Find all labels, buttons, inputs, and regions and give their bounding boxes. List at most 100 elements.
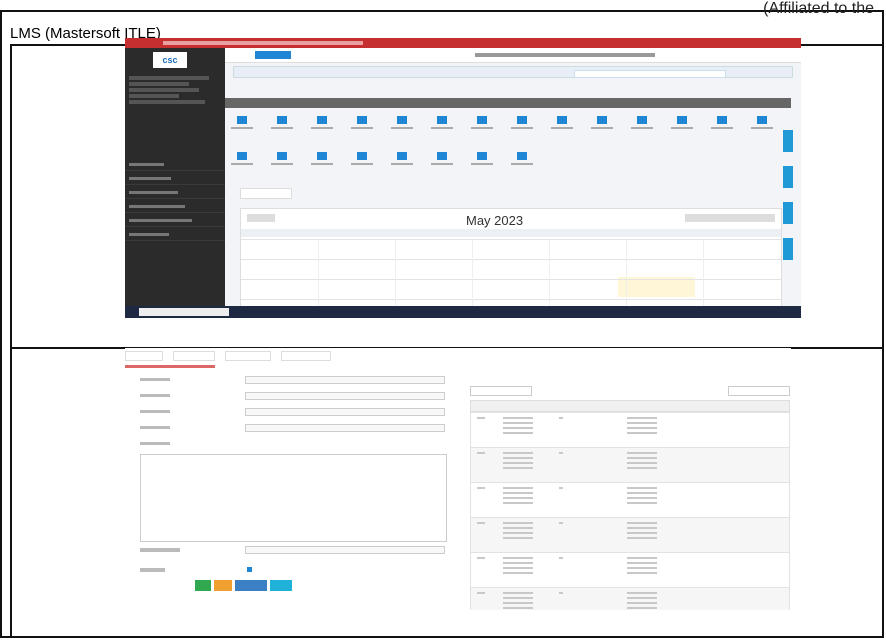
calendar-day-cell[interactable] [703,240,704,258]
side-tab[interactable] [783,202,793,224]
module-icon[interactable] [757,116,767,124]
form-label [140,378,170,381]
top-bar [225,48,801,63]
module-icon-label [671,127,693,129]
module-icon[interactable] [317,152,327,160]
form-button[interactable] [235,580,267,591]
module-icon[interactable] [637,116,647,124]
table-cell [477,557,485,560]
module-icon-label [231,163,253,165]
calendar-day-cell[interactable] [703,280,704,298]
add-button[interactable] [255,51,291,59]
table-search-input[interactable] [728,386,790,396]
module-icon[interactable] [237,152,247,160]
calendar-day-cell[interactable] [703,260,704,278]
calendar-day-cell[interactable] [395,240,396,258]
sidebar-item[interactable] [125,172,225,185]
side-tab[interactable] [783,166,793,188]
tab-schedule[interactable] [240,188,292,199]
module-icon-label [231,127,253,129]
module-icon-label [711,127,733,129]
calendar-day-cell[interactable] [472,280,473,298]
side-tab[interactable] [783,238,793,260]
calendar-day-cell[interactable] [318,260,319,278]
module-icon[interactable] [317,116,327,124]
module-icon[interactable] [357,116,367,124]
syllabus-tab[interactable] [125,351,163,361]
module-icon[interactable] [517,116,527,124]
calendar-day-cell[interactable] [626,260,627,278]
table-cell [559,522,563,525]
sidebar-item[interactable] [125,200,225,213]
calendar-day-cell[interactable] [472,260,473,278]
module-icon[interactable] [277,116,287,124]
entries-select[interactable] [470,386,532,396]
calendar-day-cell[interactable] [395,260,396,278]
calendar-day-cell[interactable] [318,280,319,298]
module-icon[interactable] [477,152,487,160]
dashboard-screenshot: csc May 2023 [125,38,801,318]
module-icon-label [751,127,773,129]
syllabus-tab[interactable] [173,351,215,361]
module-icon[interactable] [557,116,567,124]
browser-tab-bar [125,38,801,48]
form-input[interactable] [245,392,445,400]
description-field[interactable] [140,454,447,542]
sidebar: csc [125,48,225,308]
calendar-title: May 2023 [466,213,524,228]
college-name [475,53,655,57]
calendar-day-cell[interactable] [549,260,550,278]
table-header [470,400,790,412]
calendar-day-cell[interactable] [626,280,627,298]
sidebar-item[interactable] [125,158,225,171]
module-icon[interactable] [677,116,687,124]
calendar-day-cell[interactable] [626,240,627,258]
module-icon[interactable] [597,116,607,124]
calendar-day-cell[interactable] [549,240,550,258]
module-icon[interactable] [397,116,407,124]
calendar-day-cell[interactable] [395,280,396,298]
syllabus-tab[interactable] [225,351,271,361]
module-icon[interactable] [357,152,367,160]
table-cell [503,487,533,505]
table-row [470,482,790,518]
module-icon[interactable] [517,152,527,160]
module-icon[interactable] [237,116,247,124]
calendar-day-cell[interactable] [549,280,550,298]
cut-off-caption: (Affiliated to the [763,0,874,17]
module-icon[interactable] [717,116,727,124]
form-button[interactable] [270,580,292,591]
calendar-day-cell[interactable] [472,240,473,258]
required-note [125,365,215,368]
calendar-nav-buttons[interactable] [247,214,275,222]
sidebar-item[interactable] [125,186,225,199]
syllabus-tabs [125,351,341,361]
module-icon[interactable] [277,152,287,160]
calendar-view-buttons[interactable] [685,214,775,222]
module-icon-label [391,163,413,165]
form-button[interactable] [214,580,232,591]
module-icon-label [631,127,653,129]
subject-select[interactable] [574,70,726,78]
module-icon[interactable] [397,152,407,160]
taskbar-search[interactable] [139,308,229,316]
module-icon-label [351,163,373,165]
table-cell [627,522,657,540]
module-icon[interactable] [477,116,487,124]
form-button[interactable] [195,580,211,591]
module-icon[interactable] [437,116,447,124]
side-tab[interactable] [783,130,793,152]
form-input[interactable] [245,408,445,416]
sidebar-item[interactable] [125,214,225,227]
form-input[interactable] [245,424,445,432]
calendar-day-cell[interactable] [318,240,319,258]
form-input[interactable] [245,376,445,384]
table-cell [627,417,657,435]
module-icon[interactable] [437,152,447,160]
table-cell [627,592,657,610]
syllabus-tab[interactable] [281,351,331,361]
publish-checkbox[interactable] [247,567,252,572]
lectures-select[interactable] [245,546,445,554]
sidebar-item[interactable] [125,228,225,241]
table-cell [477,452,485,455]
